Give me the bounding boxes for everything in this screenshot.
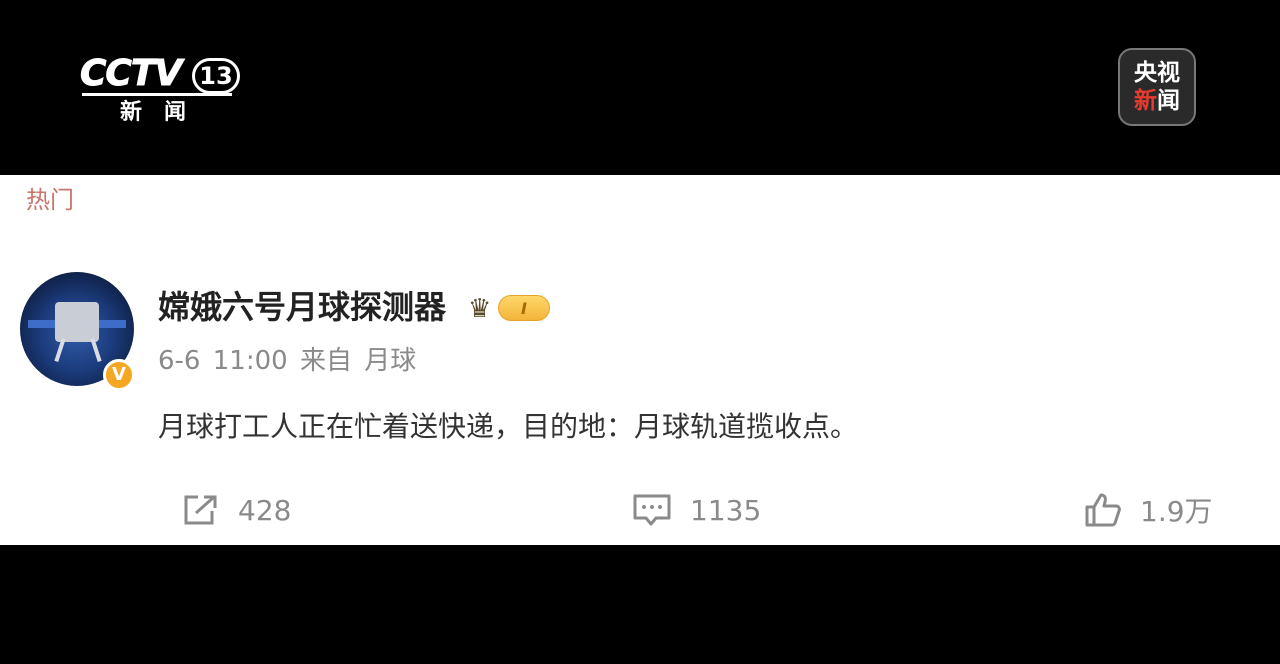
weibo-post-panel: 热门 V 嫦娥六号月球探测器 ♛ I 6-6 11:00 来自 月球 月球打工人… (0, 175, 1280, 545)
share-icon (184, 495, 217, 525)
post-source: 来自 月球 (299, 346, 417, 376)
post-time: 6-6 11:00 (158, 346, 288, 376)
cctv13-logo: CCTV 13 新闻 (79, 52, 250, 132)
vip-level-badge[interactable]: ♛ I (468, 291, 554, 325)
channel-number: 13 (192, 58, 240, 94)
cctv-news-badge: 央视 新闻 (1118, 48, 1196, 126)
avatar-lander (55, 302, 99, 342)
like-button[interactable]: 1.9万 (1084, 490, 1213, 530)
comment-icon (633, 494, 671, 526)
top-black-bar: CCTV 13 新闻 央视 新闻 (0, 0, 1280, 175)
verified-icon: V (103, 359, 135, 391)
level-tag: I (498, 295, 550, 321)
channel-subtitle: 新闻 (120, 100, 209, 125)
tab-hot[interactable]: 热门 (26, 183, 74, 217)
badge-wen: 闻 (1157, 88, 1180, 114)
comment-count: 1135 (690, 493, 762, 527)
badge-line1: 央视 (1134, 60, 1180, 86)
like-count: 1.9万 (1140, 495, 1213, 528)
cctv-letters: CCTV (79, 53, 182, 95)
badge-xin: 新 (1134, 88, 1157, 114)
comment-button[interactable]: 1135 (632, 490, 761, 530)
bottom-black-bar (0, 545, 1280, 664)
badge-line2: 新闻 (1120, 87, 1194, 115)
share-count: 428 (238, 493, 292, 527)
post-text: 月球打工人正在忙着送快递，目的地：月球轨道揽收点。 (158, 410, 859, 443)
crown-icon: ♛ (468, 294, 492, 324)
post-meta: 6-6 11:00 来自 月球 (158, 343, 416, 379)
logo-divider (82, 93, 232, 96)
share-button[interactable]: 428 (182, 490, 291, 530)
like-icon (1085, 493, 1121, 527)
author-name[interactable]: 嫦娥六号月球探测器 (158, 285, 446, 329)
avatar-leg (54, 337, 66, 363)
